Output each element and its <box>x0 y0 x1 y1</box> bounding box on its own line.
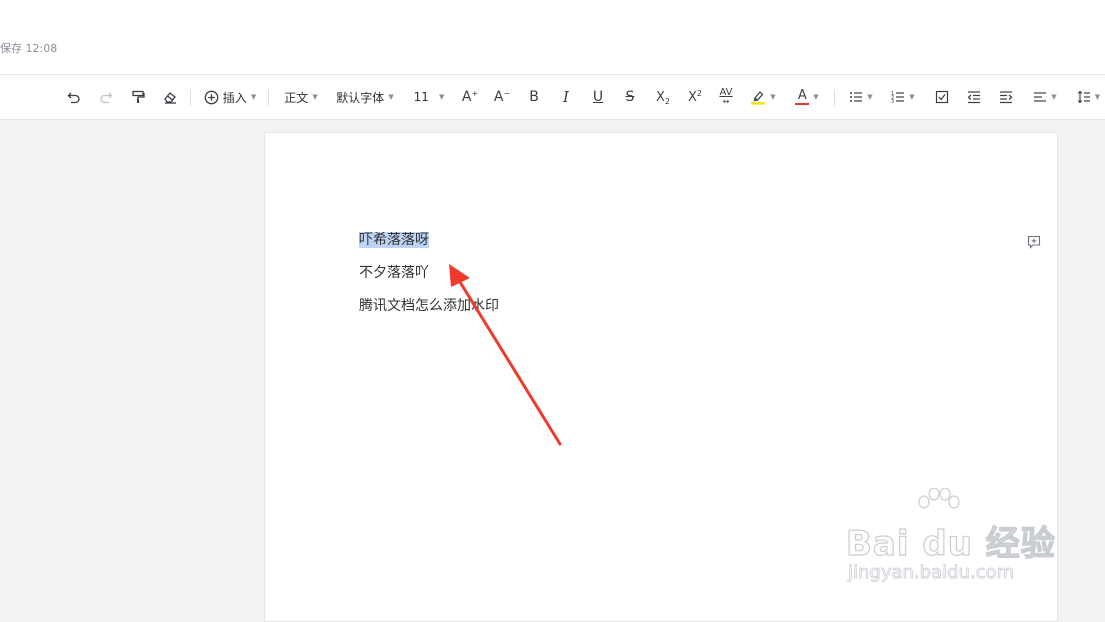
paragraph-1[interactable]: 吓希落落呀 <box>359 230 429 250</box>
insert-label: 插入 <box>222 90 247 105</box>
chevron-down-icon: ▼ <box>867 93 873 101</box>
add-comment-button[interactable] <box>1027 234 1041 249</box>
chevron-down-icon: ▼ <box>250 93 257 101</box>
italic-icon: I <box>563 88 569 106</box>
paragraph-text[interactable]: 不夕落落吖 <box>359 265 429 281</box>
redo-button[interactable] <box>96 85 116 109</box>
paragraph-style-select[interactable]: 正文 ▼ <box>278 85 324 109</box>
subscript-icon: X <box>656 89 665 105</box>
undo-button[interactable] <box>64 85 84 109</box>
chevron-down-icon: ▼ <box>1051 93 1057 101</box>
increase-indent-button[interactable] <box>996 85 1016 109</box>
decrease-indent-button[interactable] <box>964 85 984 109</box>
font-size-value: 11 <box>413 90 429 104</box>
font-family-value: 默认字体 <box>336 90 385 105</box>
outdent-icon <box>967 91 980 104</box>
eraser-icon <box>164 92 176 104</box>
bullet-list-button[interactable]: ▼ <box>844 85 878 109</box>
toolbar-divider <box>834 90 835 106</box>
line-spacing-icon <box>1077 90 1090 104</box>
format-painter-button[interactable] <box>128 85 148 109</box>
superscript-button[interactable]: X2 <box>684 85 706 109</box>
spacing-arrow-icon: ↔ <box>722 97 730 106</box>
superscript-icon: X <box>688 89 697 105</box>
font-family-select[interactable]: 默认字体 ▼ <box>332 85 398 109</box>
decrease-font-size-button[interactable]: A − <box>492 85 512 109</box>
paragraph-style-value: 正文 <box>284 90 309 105</box>
top-bar: 保存 12:08 <box>0 0 1105 74</box>
chevron-down-icon: ▼ <box>1094 93 1101 101</box>
paragraph-3[interactable]: 腾讯文档怎么添加水印 <box>359 296 499 316</box>
chevron-down-icon: ▼ <box>909 93 915 101</box>
chevron-down-icon: ▼ <box>438 93 445 101</box>
highlighter-icon <box>751 91 766 105</box>
font-color-button[interactable]: A ▼ <box>790 85 824 109</box>
align-left-icon <box>1034 92 1047 102</box>
strikethrough-button[interactable]: S <box>620 85 640 109</box>
bullet-list-icon <box>850 92 863 102</box>
chevron-down-icon: ▼ <box>770 93 776 101</box>
bold-button[interactable]: B <box>524 85 544 109</box>
chevron-down-icon: ▼ <box>813 93 819 101</box>
selected-text[interactable]: 吓希落落呀 <box>359 232 429 248</box>
chevron-down-icon: ▼ <box>388 93 394 101</box>
add-circle-icon <box>204 90 219 104</box>
bold-icon: B <box>529 89 539 105</box>
toolbar-divider <box>190 90 191 106</box>
numbered-list-button[interactable]: 1 2 3 ▼ <box>886 85 920 109</box>
svg-text:3: 3 <box>891 99 894 104</box>
subscript-mark: 2 <box>664 96 670 106</box>
plus-mark: + <box>471 88 479 98</box>
undo-icon <box>67 92 80 104</box>
format-painter-icon <box>132 90 145 103</box>
checkbox-icon <box>935 90 949 104</box>
paragraph-2[interactable]: 不夕落落吖 <box>359 263 429 283</box>
minus-mark: − <box>503 88 511 98</box>
underline-button[interactable]: U <box>588 85 608 109</box>
line-spacing-button[interactable]: ▼ <box>1072 85 1105 109</box>
document-page[interactable]: 吓希落落呀 不夕落落吖 腾讯文档怎么添加水印 <box>264 132 1058 622</box>
italic-button[interactable]: I <box>556 85 576 109</box>
subscript-button[interactable]: X2 <box>652 85 674 109</box>
highlight-color-button[interactable]: ▼ <box>746 85 780 109</box>
save-status: 保存 12:08 <box>0 42 58 55</box>
font-color-icon: A <box>797 87 807 103</box>
numbered-list-icon: 1 2 3 <box>891 91 905 104</box>
add-comment-icon <box>1027 235 1041 249</box>
underline-icon: U <box>592 89 604 105</box>
chevron-down-icon: ▼ <box>312 93 318 101</box>
toolbar-divider <box>268 90 269 106</box>
superscript-mark: 2 <box>696 88 702 98</box>
insert-menu[interactable]: 插入 ▼ <box>200 85 260 109</box>
checklist-button[interactable] <box>932 85 952 109</box>
redo-icon <box>100 92 113 104</box>
increase-font-size-button[interactable]: A + <box>460 85 480 109</box>
strikethrough-icon: S <box>625 89 635 105</box>
character-spacing-button[interactable]: AV ↔ <box>714 85 738 109</box>
indent-icon <box>1000 91 1013 104</box>
font-size-select[interactable]: 11 ▼ <box>410 85 448 109</box>
increase-font-icon: A <box>461 89 472 105</box>
font-color-swatch <box>795 102 810 106</box>
formatting-toolbar: 插入 ▼ 正文 ▼ 默认字体 ▼ 11 ▼ A+ A− B I U S X2 <box>0 74 1105 120</box>
clear-format-button[interactable] <box>160 85 180 109</box>
decrease-font-icon: A <box>493 89 504 105</box>
paragraph-text[interactable]: 腾讯文档怎么添加水印 <box>359 298 499 314</box>
text-align-button[interactable]: ▼ <box>1028 85 1062 109</box>
